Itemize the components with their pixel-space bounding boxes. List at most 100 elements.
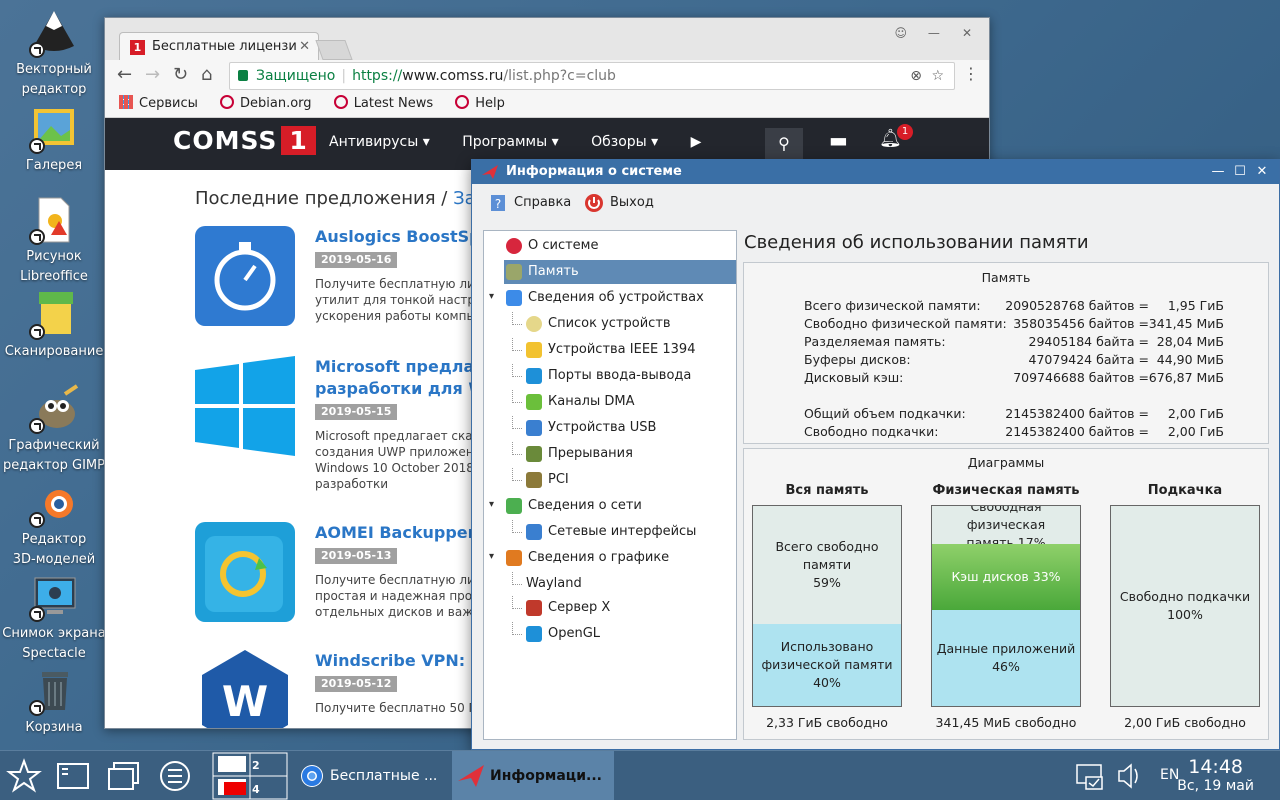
task-sysinfo[interactable]: Информаци... [452, 751, 614, 800]
app-launcher-button[interactable] [54, 751, 92, 800]
minimize-icon[interactable]: — [922, 26, 946, 42]
desktop-icon-inkscape[interactable]: Векторный редактор [0, 8, 108, 100]
tree-item[interactable]: Устройства IEEE 1394 [524, 338, 736, 362]
menu-dots-icon[interactable]: ⋮ [963, 64, 979, 83]
bookmark-debian[interactable]: Debian.org [220, 95, 312, 111]
tree-item[interactable]: Список устройств [524, 312, 736, 336]
sysinfo-window-controls: — ☐ ✕ [1207, 160, 1273, 184]
tree-connector [512, 584, 522, 585]
help-button[interactable]: ? Справка [488, 192, 571, 214]
article-desc: Windows 10 October 2018 U [315, 461, 487, 475]
tree-expander-icon[interactable]: ▾ [489, 499, 494, 510]
article-date: 2019-05-12 [315, 676, 398, 692]
desktop-icon-label: редактор [21, 82, 87, 97]
site-search-button[interactable]: ⚲ [765, 128, 803, 160]
reload-icon[interactable]: ↻ [173, 64, 188, 85]
tree-item[interactable]: Wayland [524, 572, 736, 596]
article-title[interactable]: Windscribe VPN: 50 [315, 650, 493, 672]
file-manager-button[interactable] [156, 751, 194, 800]
nav-reviews[interactable]: Обзоры ▾ [591, 134, 658, 150]
tree-item[interactable]: Порты ввода-вывода [524, 364, 736, 388]
tree-item-label: OpenGL [548, 626, 601, 641]
tree-expander-icon[interactable]: ▾ [489, 291, 494, 302]
tree-item[interactable]: Сведения об устройствах [504, 286, 736, 310]
diagram-title: Вся память [785, 483, 869, 498]
secure-label: Защищено [256, 68, 336, 84]
tree-item[interactable]: Устройства USB [524, 416, 736, 440]
sysinfo-titlebar[interactable]: Информация о системе — ☐ ✕ [472, 160, 1279, 184]
diagram-column: Подкачка Свободно подкачки 100% 2,00 ГиБ с… [1110, 483, 1260, 730]
desktop-icon-libreoffice-draw[interactable]: Рисунок Libreoffice [0, 195, 108, 287]
show-windows-button[interactable] [104, 751, 142, 800]
task-browser[interactable]: Бесплатные ... [292, 751, 450, 800]
device-list-icon [526, 316, 542, 332]
tree-item[interactable]: Сведения о графике [504, 546, 736, 570]
bookmark-star-icon[interactable]: ☆ [931, 63, 944, 89]
forward-arrow-icon[interactable]: → [145, 64, 160, 85]
home-icon[interactable]: ⌂ [201, 64, 212, 85]
tree-item-label: О системе [528, 238, 599, 253]
tab-close-icon[interactable]: ✕ [299, 33, 310, 61]
bookmark-services[interactable]: Сервисы [119, 95, 198, 111]
backup-sync-icon[interactable] [195, 522, 295, 622]
nav-programs[interactable]: Программы ▾ [462, 134, 558, 150]
tree-item[interactable]: PCI [524, 468, 736, 492]
clock[interactable]: 14:48 Вс, 19 май [1177, 757, 1254, 795]
memory-row: Дисковый кэш: 709746688 байтов = 676,87 Ми… [804, 369, 1224, 387]
browser-tab-active[interactable]: 1 Бесплатные лицензи ✕ [119, 32, 319, 62]
bookmark-help[interactable]: Help [455, 95, 505, 111]
tree-connector [512, 442, 513, 455]
svg-text:W: W [222, 677, 268, 726]
site-settings-icon[interactable]: ⊗ [910, 63, 922, 89]
windows-logo-icon[interactable] [195, 356, 295, 456]
desktop-icon-blender[interactable]: Редактор 3D-моделей [0, 478, 108, 570]
workspace-pager[interactable]: 2 4 [210, 751, 288, 800]
memory-row: Свободно физической памяти: 358035456 бай… [804, 315, 1224, 333]
tree-item[interactable]: О системе [504, 234, 736, 258]
minimize-icon[interactable]: — [1207, 160, 1229, 184]
desktop-icon-gallery[interactable]: Галерея [0, 104, 108, 176]
article-title[interactable]: AOMEI Backupper P [315, 522, 493, 544]
desktop-icon-gimp[interactable]: Графический редактор GIMP [0, 384, 108, 476]
tree-item[interactable]: Сетевые интерфейсы [524, 520, 736, 544]
address-bar[interactable]: Защищено | https://www.comss.ru/list.php?c… [229, 62, 955, 90]
desktop-icon-trash[interactable]: Корзина [0, 666, 108, 738]
browser-tab-strip: 1 Бесплатные лицензи ✕ ☺ — ✕ [105, 18, 989, 62]
tree-expander-icon[interactable]: ▾ [489, 551, 494, 562]
nav-more-arrow-icon[interactable]: ▶ [691, 134, 702, 150]
article-date: 2019-05-13 [315, 548, 398, 564]
tree-item[interactable]: OpenGL [524, 622, 736, 646]
nav-antivirus[interactable]: Антивирусы ▾ [329, 134, 430, 150]
tree-item[interactable]: Каналы DMA [524, 390, 736, 414]
site-logo[interactable]: COMSS 1 [173, 126, 316, 155]
stopwatch-icon[interactable] [195, 226, 295, 326]
memory-key: Всего физической памяти: [804, 298, 981, 313]
comments-icon[interactable]: ▬ [829, 128, 848, 152]
new-tab-button[interactable] [315, 40, 353, 60]
tree-item[interactable]: Прерывания [524, 442, 736, 466]
bookmark-latest-news[interactable]: Latest News [333, 95, 434, 111]
profile-icon[interactable]: ☺ [889, 26, 913, 42]
desktop-icon-scanner[interactable]: Сканирование [0, 290, 108, 362]
windscribe-logo-icon[interactable]: W [195, 650, 295, 728]
article-title[interactable]: Auslogics BoostSpe [315, 226, 491, 248]
desktop-icon-spectacle[interactable]: Снимок экрана Spectacle [0, 572, 108, 664]
maximize-icon[interactable]: ☐ [1229, 160, 1251, 184]
exit-button[interactable]: Выход [584, 192, 654, 214]
tree-item[interactable]: Сервер X [524, 596, 736, 620]
tree-item-label: Прерывания [548, 446, 633, 461]
gallery-icon [29, 104, 79, 154]
close-icon[interactable]: ✕ [1251, 160, 1273, 184]
back-arrow-icon[interactable]: ← [117, 64, 132, 85]
tree-item[interactable]: Сведения о сети [504, 494, 736, 518]
opengl-icon [526, 626, 542, 642]
bookmark-label: Latest News [353, 96, 434, 111]
volume-tray-button[interactable] [1114, 751, 1144, 800]
diagram-segment: Всего свободно памяти 59% [753, 506, 901, 624]
network-tray-button[interactable] [1074, 751, 1106, 800]
chromium-icon [301, 765, 323, 787]
start-menu-button[interactable] [6, 751, 42, 800]
article-desc: разработки [315, 477, 389, 491]
tree-item[interactable]: Память [504, 260, 736, 284]
close-icon[interactable]: ✕ [955, 26, 979, 42]
